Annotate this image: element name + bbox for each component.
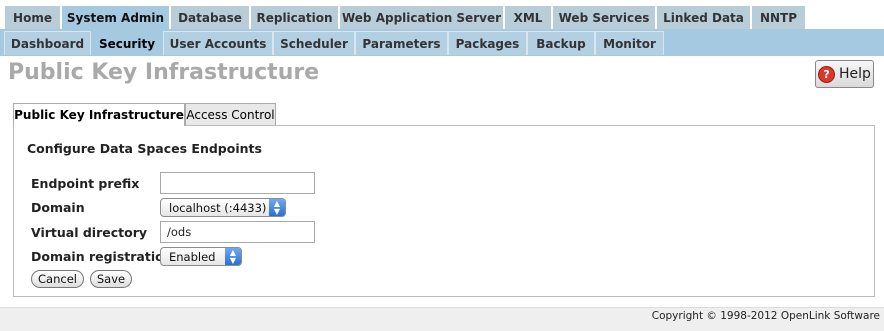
tab-xml[interactable]: XML (504, 5, 552, 29)
subtab-security[interactable]: Security (91, 31, 163, 55)
domain-label: Domain (31, 200, 85, 215)
tab-replication[interactable]: Replication (250, 5, 339, 29)
help-label: Help (839, 66, 871, 82)
content-tab-access-control[interactable]: Access Control (185, 103, 276, 125)
tab-home[interactable]: Home (4, 5, 61, 29)
domain-registration-value: Enabled (169, 249, 216, 264)
section-title: Configure Data Spaces Endpoints (27, 141, 262, 156)
cancel-button[interactable]: Cancel (31, 270, 84, 288)
subtab-monitor[interactable]: Monitor (595, 31, 664, 55)
help-button[interactable]: ? Help (815, 60, 874, 88)
subtab-backup[interactable]: Backup (527, 31, 595, 55)
virtual-directory-label: Virtual directory (31, 225, 148, 240)
endpoint-prefix-input[interactable] (160, 172, 315, 194)
domain-select[interactable]: localhost (:4433) ▲ ▼ (160, 198, 286, 217)
subtab-packages[interactable]: Packages (448, 31, 527, 55)
tab-linked-data[interactable]: Linked Data (656, 5, 751, 29)
subtab-scheduler[interactable]: Scheduler (273, 31, 355, 55)
content-tab-public-key-infrastructure[interactable]: Public Key Infrastructure (13, 103, 185, 126)
subtab-parameters[interactable]: Parameters (355, 31, 448, 55)
select-arrows-icon: ▲ ▼ (225, 248, 241, 265)
domain-registration-label: Domain registration (31, 249, 173, 264)
domain-registration-select[interactable]: Enabled ▲ ▼ (160, 247, 242, 266)
page-title: Public Key Infrastructure (8, 60, 320, 85)
domain-select-value: localhost (:4433) (169, 200, 267, 215)
tab-nntp[interactable]: NNTP (751, 5, 806, 29)
select-arrows-icon: ▲ ▼ (269, 199, 285, 216)
primary-nav: Home System Admin Database Replication W… (0, 0, 884, 29)
tab-web-services[interactable]: Web Services (552, 5, 656, 29)
question-mark-icon: ? (818, 65, 836, 83)
tab-web-application-server[interactable]: Web Application Server (339, 5, 504, 29)
endpoint-prefix-label: Endpoint prefix (31, 176, 140, 191)
copyright-text: Copyright © 1998-2012 OpenLink Software (651, 310, 880, 322)
virtual-directory-input[interactable] (160, 221, 315, 243)
tab-database[interactable]: Database (170, 5, 250, 29)
subtab-user-accounts[interactable]: User Accounts (163, 31, 273, 55)
save-button[interactable]: Save (90, 270, 132, 288)
tab-system-admin[interactable]: System Admin (61, 5, 170, 29)
secondary-nav: Dashboard Security User Accounts Schedul… (0, 29, 884, 56)
subtab-dashboard[interactable]: Dashboard (4, 31, 91, 55)
